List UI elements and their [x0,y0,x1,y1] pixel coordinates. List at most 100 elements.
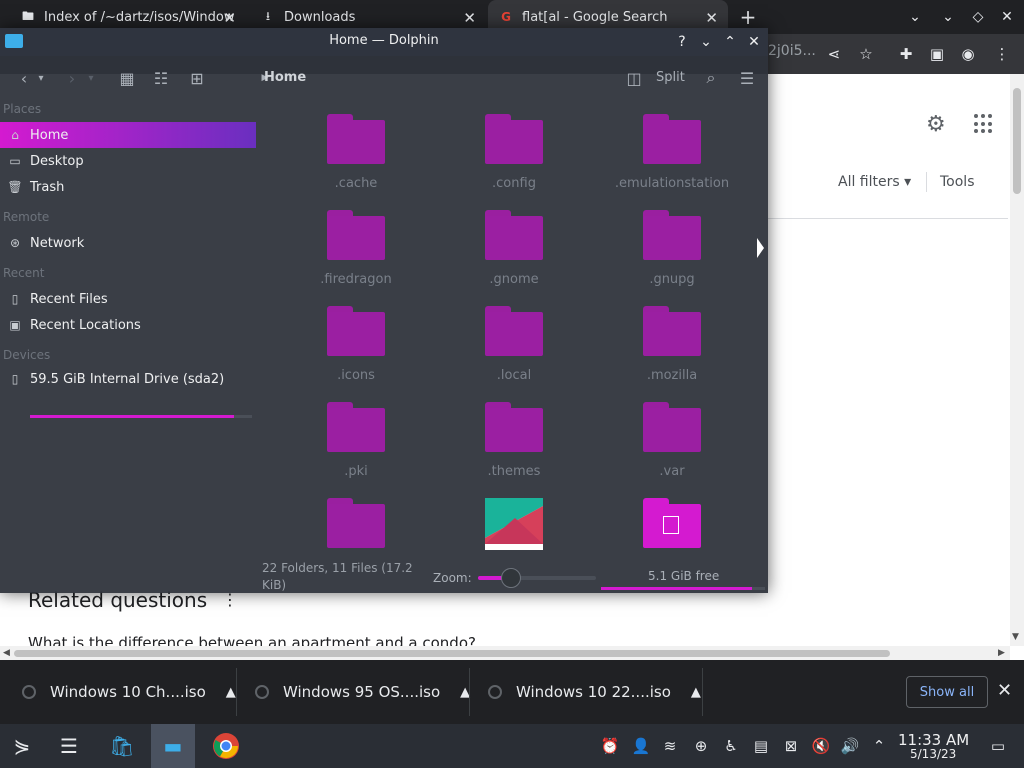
folder-item[interactable]: .emulationstation [602,114,742,204]
scroll-left-arrow-icon[interactable]: ◀ [3,648,10,658]
compact-view-icon[interactable]: ☷ [150,66,172,90]
side-panel-icon[interactable]: ▣ [926,43,948,65]
chrome-taskbar-icon[interactable] [204,724,248,768]
download-item[interactable]: Windows 95 OS....iso ▲ [255,667,470,717]
folder-item[interactable]: .var [602,402,742,492]
mute-icon[interactable]: 🔇 [811,736,831,756]
user-icon[interactable]: 👤 [631,736,651,756]
places-item-trash[interactable]: 🗑 Trash [0,174,256,200]
extensions-icon[interactable]: ✚ [895,43,917,65]
dolphin-taskbar-icon[interactable]: ▬ [151,724,195,768]
hamburger-menu-icon[interactable]: ☰ [736,66,758,90]
google-apps-icon[interactable] [974,114,994,134]
clock-date[interactable]: 5/13/23 [910,747,956,761]
folder-item[interactable]: .icons [286,306,426,396]
tray-expand-icon[interactable]: ⌃ [869,736,889,756]
places-item-internal-drive[interactable]: ▯ 59.5 GiB Internal Drive (sda2) [0,366,256,392]
show-all-downloads-button[interactable]: Show all [906,676,988,708]
all-filters-button[interactable]: All filters ▾ [838,174,911,190]
volume-icon[interactable]: 🔊 [840,736,860,756]
zoom-label: Zoom: [433,571,472,585]
folder-item[interactable]: .gnome [444,210,584,300]
zoom-slider-handle[interactable] [501,568,521,588]
places-item-label: 59.5 GiB Internal Drive (sda2) [30,371,225,387]
split-view-icon[interactable]: ◫ [624,66,644,90]
tools-button[interactable]: Tools [940,174,975,190]
share-icon[interactable]: ⋖ [823,43,845,65]
accessibility-icon[interactable]: ♿ [721,736,741,756]
scroll-right-arrow-icon[interactable]: ▶ [998,648,1005,658]
forward-history-chevron-icon[interactable]: ▾ [84,66,98,90]
download-filename: Windows 10 22....iso [516,683,671,701]
wifi-icon[interactable]: ≋ [660,736,680,756]
minimize-icon[interactable]: ⌄ [696,32,716,52]
discover-store-icon[interactable]: 🛍 [100,724,144,768]
folder-item[interactable]: .themes [444,402,584,492]
vertical-scroll-thumb[interactable] [1013,88,1021,194]
download-item[interactable]: Windows 10 Ch....iso ▲ [22,667,236,717]
back-icon[interactable]: ‹ [14,66,34,90]
close-icon[interactable]: ✕ [997,680,1012,701]
home-icon: ⌂ [11,128,19,142]
help-icon[interactable]: ? [672,32,692,52]
close-window-icon[interactable]: ✕ [996,6,1018,28]
folder-item[interactable]: .cache [286,114,426,204]
close-icon[interactable]: ✕ [705,9,718,27]
folder-item[interactable]: .pki [286,402,426,492]
settings-gear-icon[interactable]: ⚙ [926,112,946,137]
download-icon: ⭳ [265,8,271,23]
screenshot-icon[interactable]: ⊠ [781,736,801,756]
system-settings-icon[interactable]: ☰ [47,724,91,768]
chevron-up-icon[interactable]: ▲ [691,685,701,700]
notifications-icon[interactable]: ⏰ [600,736,620,756]
show-desktop-icon[interactable]: ▭ [988,736,1008,756]
places-item-network[interactable]: ⊛ Network [0,230,256,256]
close-icon[interactable]: ✕ [223,9,236,27]
folder-item[interactable]: .firedragon [286,210,426,300]
clipboard-icon[interactable]: ▤ [751,736,771,756]
folder-item[interactable]: .mozilla [602,306,742,396]
places-item-recent-files[interactable]: ▯ Recent Files [0,286,256,312]
breadcrumb-home[interactable]: Home [264,70,306,85]
folder-item[interactable]: .gnupg [602,210,742,300]
folder-icon [327,306,385,356]
places-item-label: Home [30,127,69,143]
updates-icon[interactable]: ⊕ [691,736,711,756]
new-tab-icon[interactable]: + [737,5,759,29]
places-item-recent-locations[interactable]: ▣ Recent Locations [0,312,256,338]
document-folder-icon [643,498,701,548]
download-filename: Windows 10 Ch....iso [50,683,206,701]
horizontal-scroll-thumb[interactable] [14,650,890,657]
minimize-icon[interactable]: ⌄ [937,6,959,28]
close-icon[interactable]: ✕ [463,9,476,27]
bookmark-star-icon[interactable]: ☆ [855,43,877,65]
address-bar-fragment[interactable]: 2j0i5... [768,43,816,59]
tab-title: Index of /~dartz/isos/Window [44,9,235,25]
maximize-icon[interactable]: ◇ [967,6,989,28]
folder-item[interactable]: .local [444,306,584,396]
menu-kebab-icon[interactable]: ⋮ [991,43,1013,65]
window-titlebar[interactable]: Home — Dolphin ? ⌄ ⌃ ✕ [0,28,768,56]
folder-icon [327,498,385,548]
application-launcher-icon[interactable]: ⋟ [0,724,44,768]
folder-item[interactable]: .config [444,114,584,204]
maximize-icon[interactable]: ⌃ [720,32,740,52]
recent-files-icon: ▯ [11,292,19,306]
close-icon[interactable]: ✕ [744,32,764,52]
search-icon[interactable]: ⌕ [700,66,722,90]
icons-view-icon[interactable]: ▦ [116,66,138,90]
chevron-up-icon[interactable]: ▲ [226,685,236,700]
profile-icon[interactable]: ◉ [957,43,979,65]
download-item[interactable]: Windows 10 22....iso ▲ [488,667,701,717]
forward-icon[interactable]: › [62,66,82,90]
tab-search-icon[interactable]: ⌄ [904,6,926,28]
details-view-icon[interactable]: ⊞ [186,66,208,90]
places-item-desktop[interactable]: ▭ Desktop [0,148,256,174]
back-history-chevron-icon[interactable]: ▾ [34,66,48,90]
scroll-down-arrow-icon[interactable]: ▼ [1012,632,1019,642]
places-item-home[interactable]: ⌂ Home [0,122,256,148]
divider [926,172,927,192]
folder-label: .cache [334,176,378,191]
split-button[interactable]: Split [656,70,685,85]
image-thumbnail-icon[interactable] [485,498,543,550]
